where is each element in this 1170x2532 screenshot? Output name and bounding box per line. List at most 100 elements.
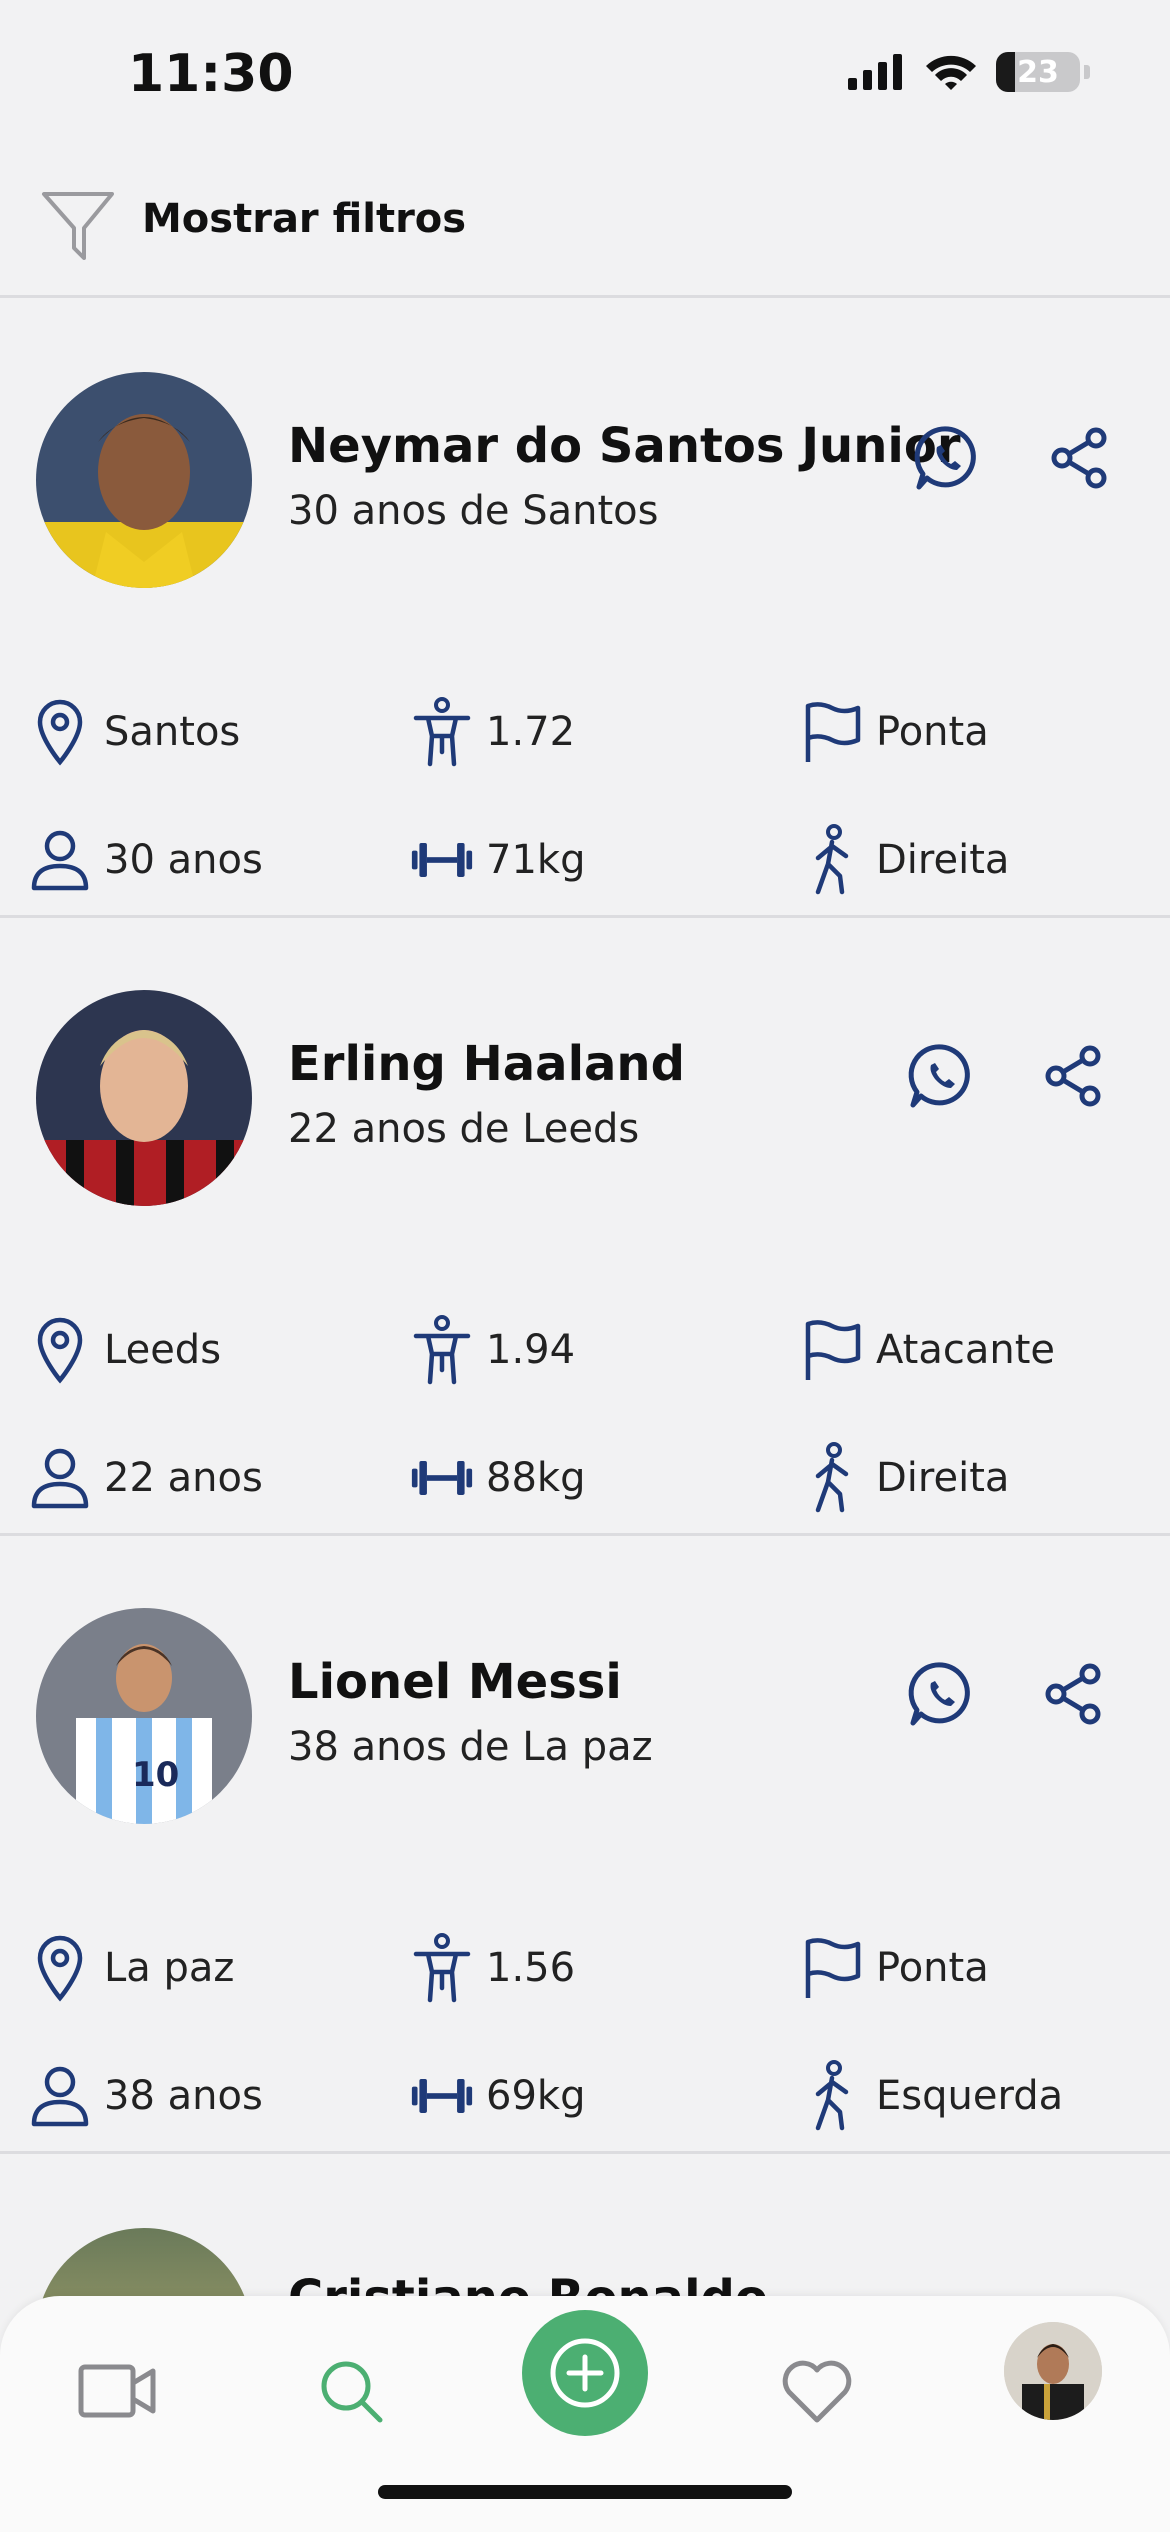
share-button[interactable] (1040, 418, 1120, 498)
battery-tip (1084, 65, 1090, 79)
whatsapp-button[interactable] (902, 1036, 982, 1116)
stat-foot-value: Direita (876, 837, 1010, 883)
stat-position-value: Ponta (876, 1945, 989, 1991)
walking-icon (800, 1442, 864, 1514)
person-icon (28, 2060, 92, 2132)
filter-label: Mostrar filtros (142, 196, 467, 242)
person-height-icon (410, 696, 474, 768)
person-height-icon (410, 1932, 474, 2004)
cellular-signal-icon (848, 54, 902, 90)
walking-icon (800, 2060, 864, 2132)
dumbbell-icon (410, 824, 474, 896)
stat-weight-value: 69kg (486, 2073, 586, 2119)
stat-city: La paz (28, 1928, 234, 2008)
player-card[interactable]: 10 Lionel Messi 38 anos de La paz La paz… (0, 1536, 1170, 2154)
share-icon (1045, 1045, 1101, 1107)
player-name: Lionel Messi (288, 1654, 622, 1710)
person-height-icon (410, 1314, 474, 1386)
stat-height: 1.56 (410, 1928, 575, 2008)
player-subtitle: 22 anos de Leeds (288, 1106, 640, 1152)
stat-foot: Direita (800, 1438, 1009, 1518)
stat-age: 30 anos (28, 820, 263, 900)
stat-city-value: La paz (104, 1945, 235, 1991)
stat-position: Atacante (800, 1310, 1055, 1390)
whatsapp-button[interactable] (908, 418, 988, 498)
player-avatar[interactable]: 10 (36, 1608, 252, 1824)
status-bar: 11:30 23 (0, 0, 1170, 150)
whatsapp-button[interactable] (902, 1654, 982, 1734)
stat-height-value: 1.72 (486, 709, 576, 755)
whatsapp-icon (908, 1662, 970, 1726)
stat-position: Ponta (800, 692, 989, 772)
svg-text:10: 10 (132, 1755, 179, 1795)
player-avatar[interactable] (36, 990, 252, 1206)
dumbbell-icon (410, 1442, 474, 1514)
tab-search[interactable] (296, 2336, 406, 2446)
stat-foot-value: Direita (876, 1455, 1010, 1501)
flag-icon (800, 1314, 864, 1386)
player-subtitle: 30 anos de Santos (288, 488, 659, 534)
dumbbell-icon (410, 2060, 474, 2132)
player-card[interactable]: Neymar do Santos Junior 30 anos de Santo… (0, 300, 1170, 918)
search-icon (321, 2361, 383, 2423)
video-icon (78, 2364, 156, 2418)
status-icons: 23 (846, 52, 1090, 92)
stat-age-value: 30 anos (104, 837, 263, 883)
profile-avatar[interactable] (1004, 2322, 1102, 2420)
location-pin-icon (28, 1314, 92, 1386)
stat-height: 1.94 (410, 1310, 575, 1390)
stat-height: 1.72 (410, 692, 575, 772)
battery-level: 23 (1017, 54, 1059, 90)
stat-weight: 69kg (410, 2056, 585, 2136)
share-icon (1051, 427, 1107, 489)
location-pin-icon (28, 696, 92, 768)
stat-foot-value: Esquerda (876, 2073, 1064, 2119)
person-icon (28, 1442, 92, 1514)
stat-city-value: Leeds (104, 1327, 222, 1373)
share-icon (1045, 1663, 1101, 1725)
wifi-icon (926, 55, 976, 90)
share-button[interactable] (1034, 1654, 1114, 1734)
tab-videos[interactable] (62, 2336, 172, 2446)
tab-favorites[interactable] (762, 2336, 872, 2446)
flag-icon (800, 696, 864, 768)
stat-city: Santos (28, 692, 240, 772)
player-name: Erling Haaland (288, 1036, 685, 1092)
add-button[interactable] (522, 2310, 648, 2436)
stat-age-value: 22 anos (104, 1455, 263, 1501)
stat-age-value: 38 anos (104, 2073, 263, 2119)
stat-weight: 88kg (410, 1438, 585, 1518)
stat-position: Ponta (800, 1928, 989, 2008)
walking-icon (800, 824, 864, 896)
screen: 11:30 23 Mostrar filtros Neymar do Santo… (0, 0, 1170, 2532)
player-subtitle: 38 anos de La paz (288, 1724, 653, 1770)
status-time: 11:30 (128, 44, 294, 104)
stat-position-value: Ponta (876, 709, 989, 755)
add-icon (550, 2338, 620, 2408)
stat-weight: 71kg (410, 820, 585, 900)
player-card[interactable]: Erling Haaland 22 anos de Leeds Leeds 1.… (0, 918, 1170, 1536)
whatsapp-icon (914, 426, 976, 490)
share-button[interactable] (1034, 1036, 1114, 1116)
whatsapp-icon (908, 1044, 970, 1108)
heart-icon (782, 2360, 852, 2423)
stat-height-value: 1.56 (486, 1945, 576, 1991)
stat-city-value: Santos (104, 709, 241, 755)
stat-foot: Direita (800, 820, 1009, 900)
stat-weight-value: 71kg (486, 837, 586, 883)
stat-position-value: Atacante (876, 1327, 1056, 1373)
person-icon (28, 824, 92, 896)
player-name: Neymar do Santos Junior (288, 418, 961, 474)
home-indicator (378, 2485, 792, 2499)
player-avatar[interactable] (36, 372, 252, 588)
location-pin-icon (28, 1932, 92, 2004)
battery-icon: 23 (996, 52, 1080, 92)
stat-city: Leeds (28, 1310, 221, 1390)
stat-weight-value: 88kg (486, 1455, 586, 1501)
flag-icon (800, 1932, 864, 2004)
stat-age: 22 anos (28, 1438, 263, 1518)
filter-toggle[interactable]: Mostrar filtros (0, 170, 1170, 298)
stat-height-value: 1.94 (486, 1327, 576, 1373)
stat-age: 38 anos (28, 2056, 263, 2136)
stat-foot: Esquerda (800, 2056, 1063, 2136)
